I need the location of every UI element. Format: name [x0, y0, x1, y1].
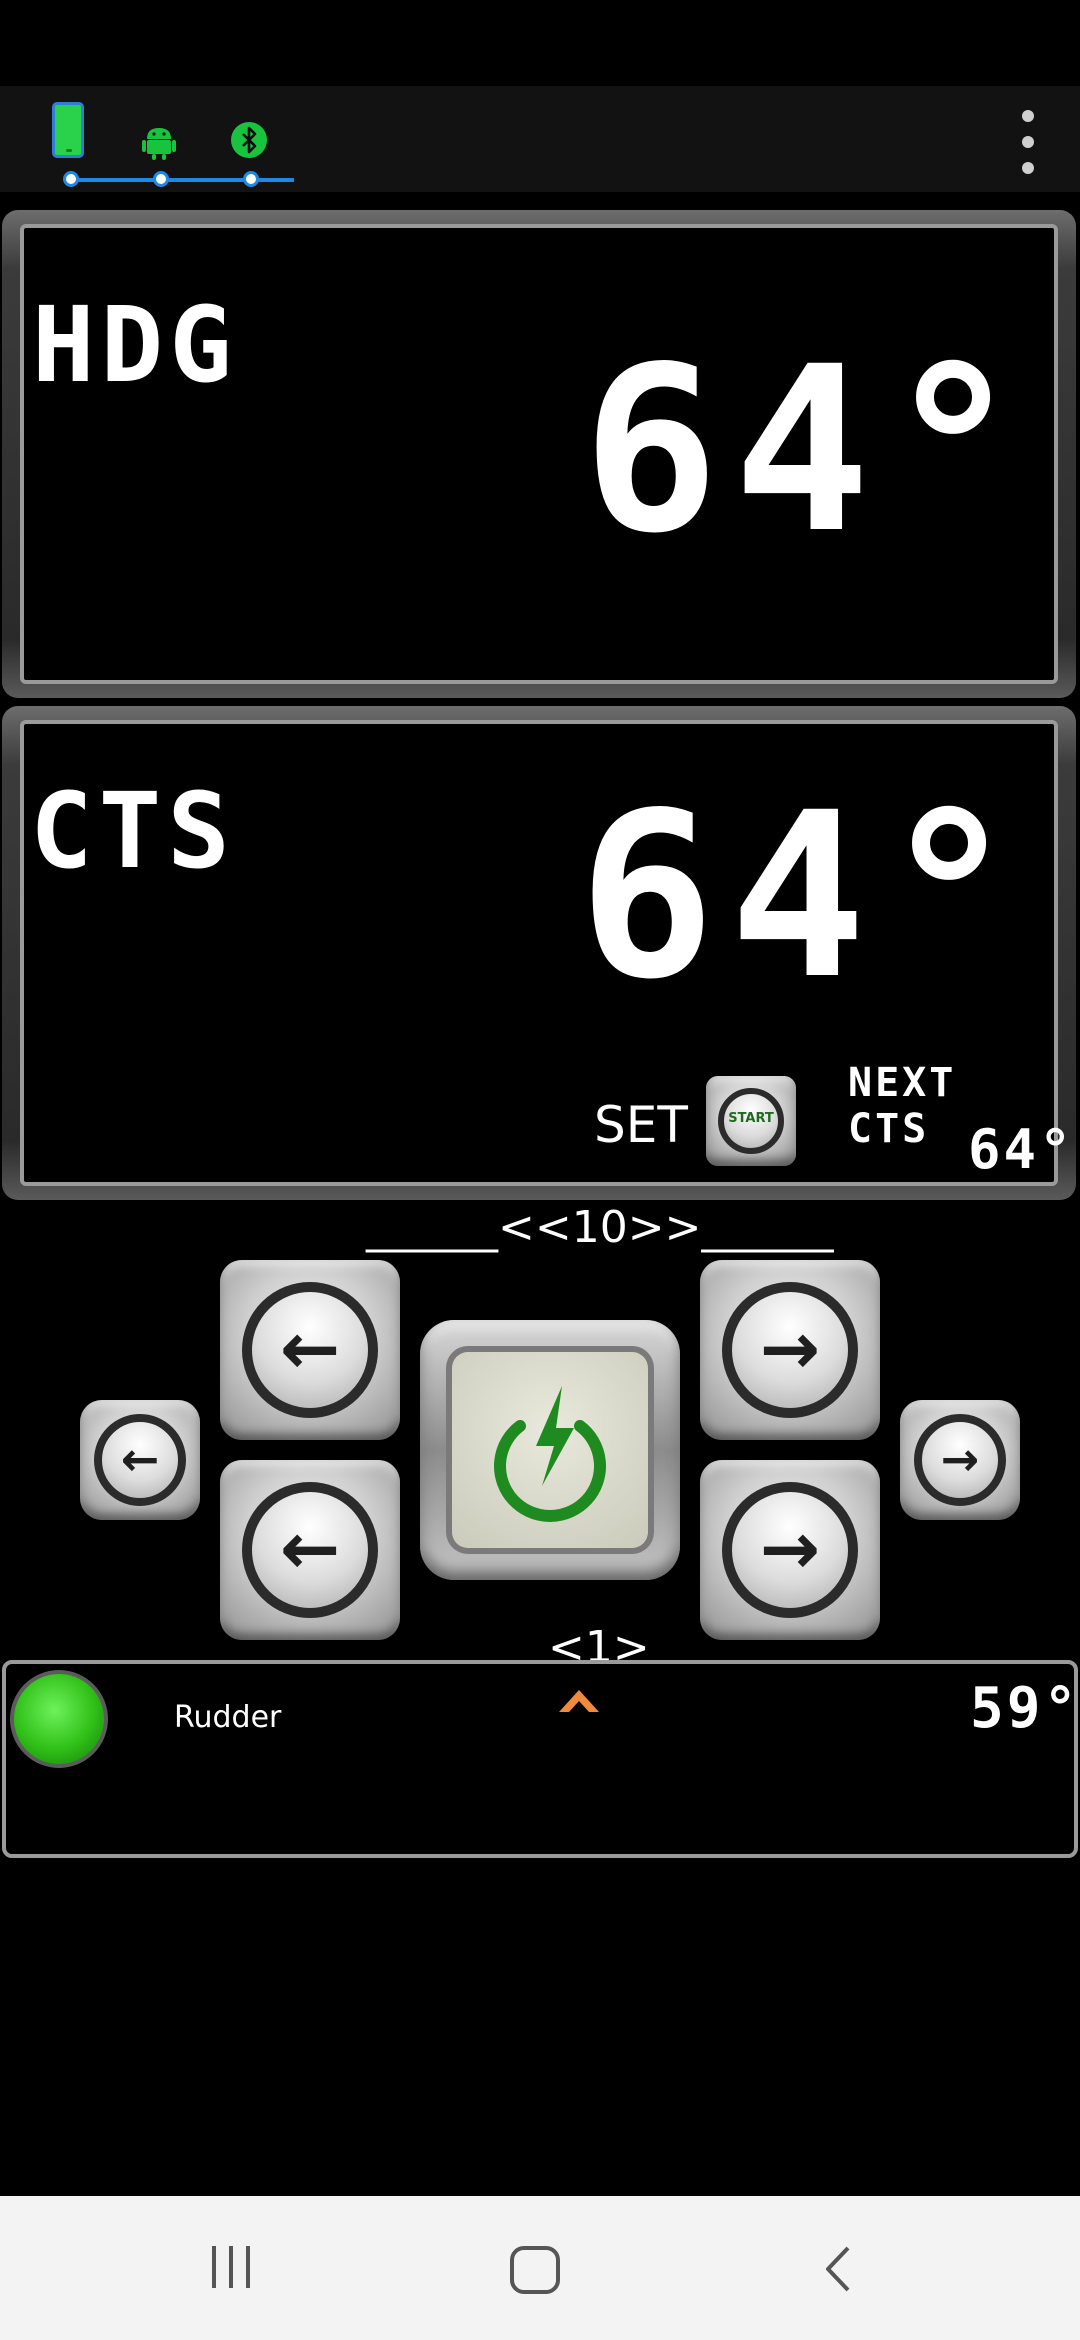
rudder-panel — [2, 1660, 1078, 1858]
large-step-label: ______<<10>>______ — [366, 1202, 834, 1253]
right-step-small-button[interactable]: → — [900, 1400, 1020, 1520]
arrow-right-icon: → — [759, 1306, 821, 1391]
phone-icon[interactable] — [52, 102, 84, 158]
connection-node — [153, 171, 169, 187]
recents-icon[interactable] — [206, 2244, 256, 2290]
rudder-position-indicator — [559, 1690, 599, 1712]
bluetooth-icon[interactable] — [231, 122, 267, 158]
course-value: 64° — [578, 763, 1032, 1029]
power-button[interactable] — [420, 1320, 680, 1580]
android-icon[interactable] — [142, 124, 176, 160]
heading-value: 64° — [582, 317, 1036, 583]
heading-label: HDG — [32, 284, 238, 406]
back-icon[interactable] — [820, 2244, 856, 2294]
set-label: SET — [594, 1096, 688, 1154]
course-panel: CTS 64° SET START NEXT CTS 64° — [2, 706, 1076, 1200]
connection-line — [68, 178, 294, 182]
next-cts-value: 64° — [968, 1118, 1075, 1181]
course-label: CTS — [30, 770, 236, 892]
left-step-small-button[interactable]: ← — [80, 1400, 200, 1520]
arrow-left-icon: ← — [279, 1506, 341, 1591]
start-button-label: START — [728, 1111, 774, 1126]
right-step-large-button[interactable]: → — [700, 1260, 880, 1440]
home-icon[interactable] — [508, 2244, 562, 2296]
arrow-left-icon: ← — [120, 1432, 160, 1487]
arrow-right-icon: → — [940, 1432, 980, 1487]
more-vert-icon[interactable] — [1010, 108, 1046, 178]
connection-node — [243, 171, 259, 187]
arrow-left-icon: ← — [279, 1306, 341, 1391]
connection-node — [63, 171, 79, 187]
heading-panel: HDG 64° — [2, 210, 1076, 698]
start-button[interactable]: START — [706, 1076, 796, 1166]
status-led — [10, 1670, 108, 1768]
rudder-angle-value: 59° — [970, 1676, 1080, 1741]
rudder-label: Rudder — [174, 1700, 282, 1735]
left-step-large-button[interactable]: ← — [220, 1260, 400, 1440]
power-bolt-icon — [494, 1386, 606, 1522]
arrow-right-icon: → — [759, 1506, 821, 1591]
right-step-medium-button[interactable]: → — [700, 1460, 880, 1640]
left-step-medium-button[interactable]: ← — [220, 1460, 400, 1640]
